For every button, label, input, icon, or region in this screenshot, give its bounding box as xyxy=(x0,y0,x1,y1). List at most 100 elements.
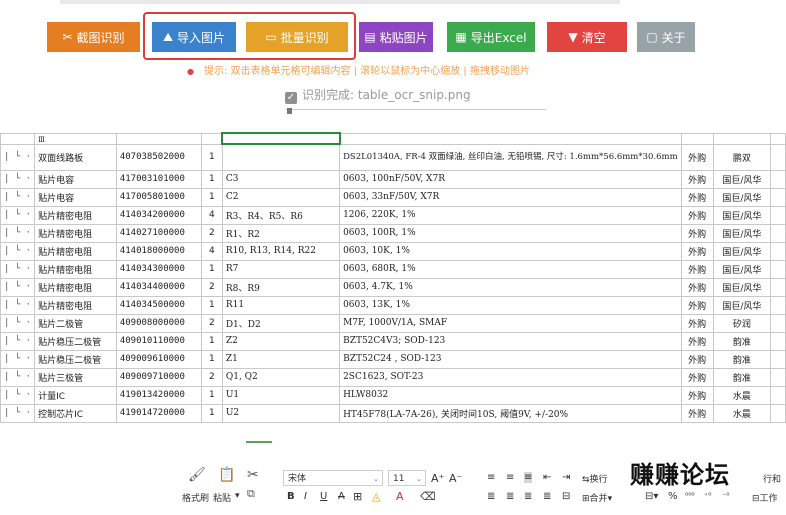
align-center-icon[interactable]: ≣ xyxy=(506,491,514,502)
row-tree-marker[interactable]: | └ · xyxy=(0,331,36,351)
paste-icon[interactable]: 📋 xyxy=(218,467,235,483)
wrap-text-button[interactable]: ⇆换行 xyxy=(582,472,608,485)
table-cell[interactable]: 国巨/风华 xyxy=(712,259,771,279)
table-cell[interactable]: R11 xyxy=(221,295,341,315)
row-tree-marker[interactable]: | └ · xyxy=(0,313,36,333)
row-tree-marker[interactable]: | └ · xyxy=(0,169,36,189)
row-tree-marker[interactable]: | └ · xyxy=(0,367,36,387)
table-cell[interactable]: 1206, 220K, 1% xyxy=(339,205,682,225)
table-cell[interactable] xyxy=(769,205,786,225)
table-cell[interactable]: D1、D2 xyxy=(221,313,341,333)
table-cell[interactable] xyxy=(769,367,786,387)
row-tree-marker[interactable]: | └ · xyxy=(0,349,36,369)
table-cell[interactable]: 外购 xyxy=(680,367,714,387)
table-cell[interactable]: Z1 xyxy=(221,349,341,369)
table-cell[interactable]: BZT52C4V3; SOD-123 xyxy=(339,331,682,351)
merge-cells-button[interactable]: ⊞合并▾ xyxy=(582,491,612,504)
table-cell[interactable]: 409008000000 xyxy=(115,313,203,333)
table-cell[interactable]: 水晨 xyxy=(712,385,771,405)
table-cell[interactable]: R10, R13, R14, R22 xyxy=(221,241,341,261)
table-cell[interactable]: 国巨/风华 xyxy=(712,187,771,207)
row-tree-marker[interactable]: | └ · xyxy=(0,241,36,261)
table-cell[interactable] xyxy=(769,223,786,243)
table-cell[interactable]: 0603, 10K, 1% xyxy=(339,241,682,261)
table-cell[interactable]: 414034300000 xyxy=(115,259,203,279)
row-tree-marker[interactable]: | └ · xyxy=(0,385,36,405)
table-cell[interactable]: 1 xyxy=(201,385,223,405)
table-cell[interactable]: 国巨/风华 xyxy=(712,277,771,297)
about-button[interactable]: ▢ 关于 xyxy=(637,22,695,52)
table-cell[interactable]: 外购 xyxy=(680,313,714,333)
table-cell[interactable] xyxy=(712,132,771,145)
table-cell[interactable]: R7 xyxy=(221,259,341,279)
table-cell[interactable]: 417005801000 xyxy=(115,187,203,207)
table-cell[interactable]: 外购 xyxy=(680,241,714,261)
table-cell[interactable]: 贴片稳压二极管 xyxy=(34,349,117,369)
table-cell[interactable]: 韵准 xyxy=(712,367,771,387)
table-cell[interactable] xyxy=(769,331,786,351)
percent-icon[interactable]: % xyxy=(668,491,678,502)
table-cell[interactable]: C3 xyxy=(221,169,341,189)
table-cell[interactable]: 414027100000 xyxy=(115,223,203,243)
table-cell[interactable]: 1 xyxy=(201,169,223,189)
table-cell[interactable]: 韵准 xyxy=(712,331,771,351)
table-cell[interactable]: 409009610000 xyxy=(115,349,203,369)
table-cell[interactable]: 417003101000 xyxy=(115,169,203,189)
table-cell[interactable]: 1 xyxy=(201,187,223,207)
table-cell[interactable] xyxy=(769,313,786,333)
table-cell[interactable]: 4 xyxy=(201,241,223,261)
table-cell[interactable]: 2 xyxy=(201,313,223,333)
table-cell[interactable]: 贴片三极管 xyxy=(34,367,117,387)
font-color-icon[interactable]: A xyxy=(396,490,404,503)
indent-increase-icon[interactable]: ⇥ xyxy=(562,472,570,483)
table-cell[interactable]: 0603, 4.7K, 1% xyxy=(339,277,682,297)
number-format-icon[interactable]: ⊟▾ xyxy=(645,491,658,502)
table-cell[interactable] xyxy=(769,403,786,423)
table-cell[interactable]: 外购 xyxy=(680,403,714,423)
row-tree-marker[interactable]: | └ · xyxy=(0,223,36,243)
table-cell[interactable]: 外购 xyxy=(680,143,714,171)
paste-image-button[interactable]: ▤ 粘贴图片 xyxy=(359,22,433,52)
table-cell[interactable]: 外购 xyxy=(680,277,714,297)
table-cell[interactable]: 矽润 xyxy=(712,313,771,333)
row-tree-marker[interactable]: | └ · xyxy=(0,277,36,297)
font-size-select[interactable]: 11 ⌄ xyxy=(388,470,426,486)
table-cell[interactable]: 贴片精密电阻 xyxy=(34,295,117,315)
fill-color-icon[interactable]: ◬ xyxy=(372,490,380,503)
table-cell[interactable] xyxy=(769,132,786,145)
table-cell[interactable]: Z2 xyxy=(221,331,341,351)
decrease-decimal-icon[interactable]: ⁻⁰ xyxy=(722,491,729,500)
table-cell[interactable] xyxy=(201,132,223,145)
wrap-right-label[interactable]: 行和 xyxy=(763,472,781,485)
table-cell[interactable]: 414018000000 xyxy=(115,241,203,261)
selected-cell[interactable] xyxy=(221,132,341,145)
table-cell[interactable]: Q1, Q2 xyxy=(221,367,341,387)
table-cell[interactable]: 1 xyxy=(201,259,223,279)
distributed-icon[interactable]: ⊟ xyxy=(562,491,570,502)
table-cell[interactable] xyxy=(769,295,786,315)
table-cell[interactable]: 419014720000 xyxy=(115,403,203,423)
increase-decimal-icon[interactable]: ⁺⁰ xyxy=(704,491,711,500)
table-cell[interactable]: 1 xyxy=(201,143,223,171)
table-cell[interactable]: M7F, 1000V/1A, SMAF xyxy=(339,313,682,333)
align-top-icon[interactable]: ≡ xyxy=(487,472,495,483)
table-cell[interactable] xyxy=(769,241,786,261)
strikethrough-icon[interactable]: A xyxy=(338,491,345,502)
table-cell[interactable]: 外购 xyxy=(680,385,714,405)
table-cell[interactable] xyxy=(769,143,786,171)
table-cell[interactable]: 贴片二极管 xyxy=(34,313,117,333)
table-cell[interactable]: 外购 xyxy=(680,205,714,225)
align-middle-icon[interactable]: ≡ xyxy=(506,472,514,483)
table-cell[interactable] xyxy=(221,143,341,171)
align-right-icon[interactable]: ≣ xyxy=(524,491,532,502)
clear-button[interactable]: ▼ 清空 xyxy=(547,22,627,52)
table-cell[interactable]: 计量IC xyxy=(34,385,117,405)
table-cell[interactable] xyxy=(769,277,786,297)
table-cell[interactable]: 0603, 100R, 1% xyxy=(339,223,682,243)
table-cell[interactable]: 414034500000 xyxy=(115,295,203,315)
justify-icon[interactable]: ≣ xyxy=(543,491,551,502)
snip-ocr-button[interactable]: ✂ 截图识别 xyxy=(47,22,140,52)
table-cell[interactable]: 贴片精密电阻 xyxy=(34,205,117,225)
table-cell[interactable]: HT45F78(LA-7A-26), 关闭时间10S, 阈值9V, +/-20% xyxy=(339,403,682,423)
cut-icon[interactable]: ✂ xyxy=(247,467,259,483)
